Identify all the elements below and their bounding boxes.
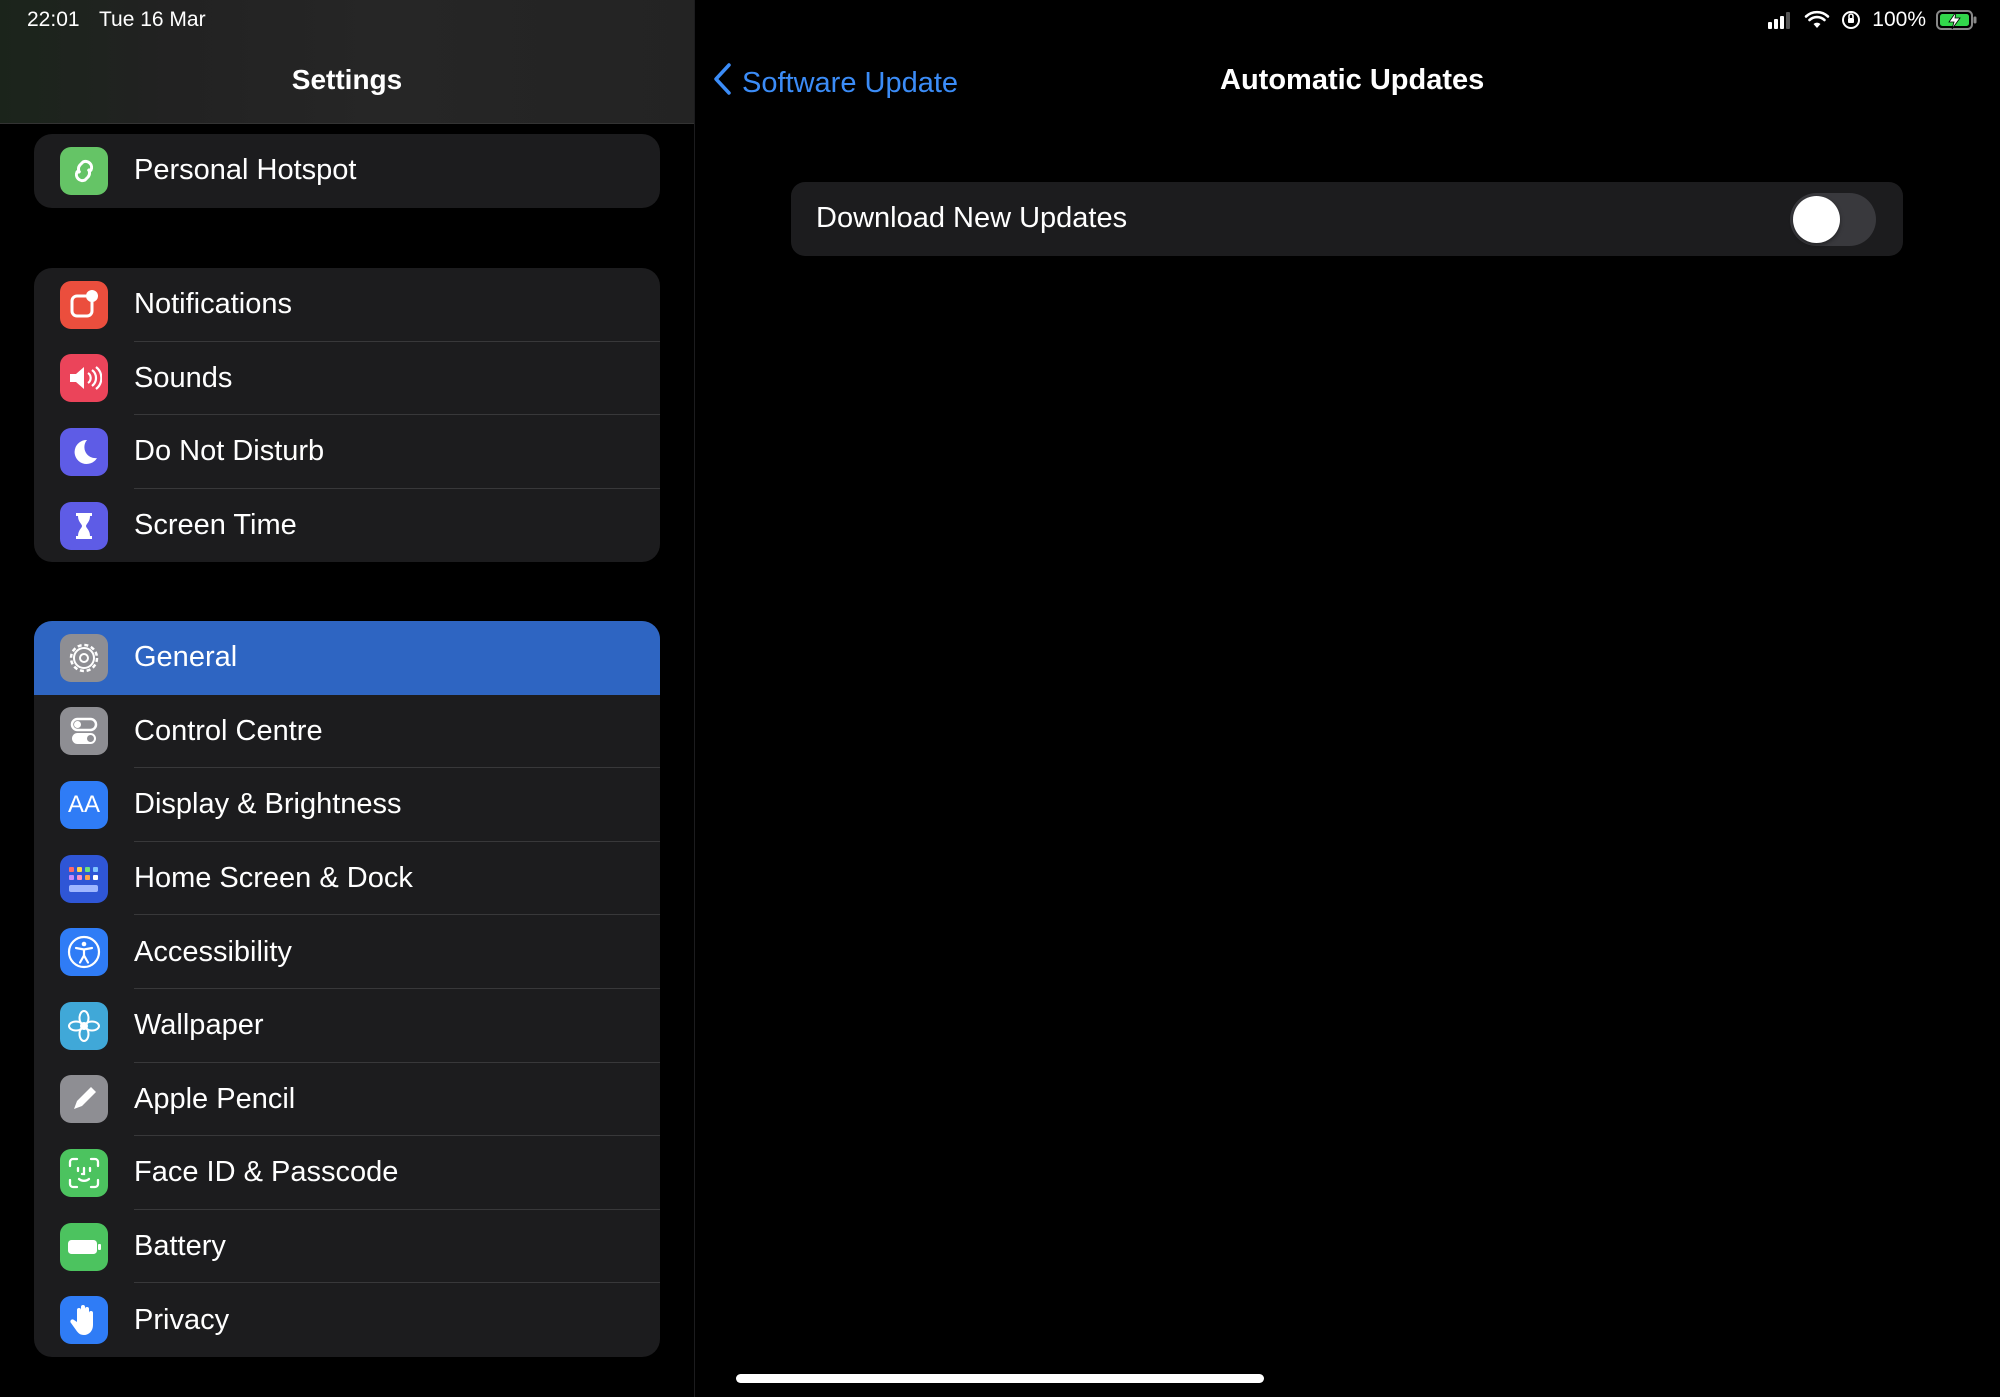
sidebar-item-label: Notifications	[134, 288, 292, 321]
sidebar-item-do-not-disturb[interactable]: Do Not Disturb	[34, 415, 660, 489]
status-indicators: 100%	[1768, 7, 1978, 33]
gear-icon	[60, 633, 108, 682]
sidebar-item-battery[interactable]: Battery	[34, 1210, 660, 1284]
settings-group-notifications: Notifications Sounds Do Not Disturb Scre…	[34, 268, 660, 563]
back-button-label: Software Update	[742, 66, 959, 99]
ipad-screen: Settings Personal Hotspot Notifications	[0, 0, 2000, 1397]
battery-charging-icon	[1936, 9, 1978, 31]
status-date: Tue 16 Mar	[99, 8, 206, 31]
sidebar-item-privacy[interactable]: Privacy	[34, 1283, 660, 1357]
sidebar-item-label: Battery	[134, 1230, 226, 1263]
wallpaper-flower-icon	[60, 1001, 108, 1050]
home-indicator[interactable]	[736, 1374, 1264, 1383]
orientation-lock-icon	[1840, 9, 1862, 31]
notifications-icon	[60, 280, 108, 329]
download-new-updates-toggle[interactable]	[1790, 193, 1876, 246]
settings-row-download-new-updates: Download New Updates	[791, 182, 1903, 256]
sidebar-item-label: Privacy	[134, 1303, 230, 1336]
display-brightness-icon: AA	[60, 780, 108, 829]
sidebar-title: Settings	[291, 64, 403, 95]
sidebar-item-label: Accessibility	[134, 935, 292, 968]
page-title: Automatic Updates	[1220, 64, 1485, 96]
sidebar-item-home-screen-dock[interactable]: Home Screen & Dock	[34, 842, 660, 916]
settings-group-general: General Control Centre AA Display & Brig…	[34, 621, 660, 1357]
hand-icon	[60, 1296, 108, 1345]
hourglass-icon	[60, 501, 108, 550]
battery-icon	[60, 1222, 108, 1271]
sidebar-item-label: Do Not Disturb	[134, 435, 325, 468]
control-centre-icon	[60, 707, 108, 756]
sidebar-item-label: General	[134, 641, 238, 674]
home-screen-icon	[60, 854, 108, 903]
settings-group-connectivity: Personal Hotspot	[34, 134, 660, 208]
sidebar-item-sounds[interactable]: Sounds	[34, 342, 660, 416]
sidebar-item-wallpaper[interactable]: Wallpaper	[34, 989, 660, 1063]
split-divider	[694, 0, 695, 1397]
sidebar-item-label: Apple Pencil	[134, 1082, 296, 1115]
pencil-icon	[60, 1075, 108, 1124]
sidebar-item-label: Face ID & Passcode	[134, 1156, 399, 1189]
sidebar-item-label: Wallpaper	[134, 1009, 264, 1042]
face-id-icon	[60, 1148, 108, 1197]
sidebar-item-accessibility[interactable]: Accessibility	[34, 915, 660, 989]
sidebar-item-label: Control Centre	[134, 714, 323, 747]
personal-hotspot-icon	[60, 146, 108, 195]
sidebar-item-apple-pencil[interactable]: Apple Pencil	[34, 1063, 660, 1137]
sidebar-item-notifications[interactable]: Notifications	[34, 268, 660, 342]
sidebar-item-label: Sounds	[134, 361, 233, 394]
settings-sidebar: Settings Personal Hotspot Notifications	[0, 0, 694, 1397]
sidebar-item-face-id-passcode[interactable]: Face ID & Passcode	[34, 1136, 660, 1210]
sidebar-item-label: Screen Time	[134, 509, 297, 542]
setting-label: Download New Updates	[816, 202, 1128, 234]
sidebar-item-label: Home Screen & Dock	[134, 862, 413, 895]
toggle-knob	[1793, 196, 1840, 243]
sidebar-item-personal-hotspot[interactable]: Personal Hotspot	[34, 134, 660, 208]
chevron-left-icon	[712, 62, 734, 104]
wifi-icon	[1804, 10, 1830, 30]
status-time: 22:01	[27, 8, 80, 31]
battery-percent: 100%	[1872, 8, 1926, 31]
moon-icon	[60, 427, 108, 476]
sidebar-item-screen-time[interactable]: Screen Time	[34, 489, 660, 563]
sounds-icon	[60, 354, 108, 403]
sidebar-item-label: Display & Brightness	[134, 788, 402, 821]
accessibility-icon	[60, 928, 108, 977]
sidebar-item-control-centre[interactable]: Control Centre	[34, 695, 660, 769]
cellular-signal-icon	[1768, 11, 1794, 29]
back-button[interactable]: Software Update	[712, 62, 958, 104]
sidebar-item-general[interactable]: General	[34, 621, 660, 695]
sidebar-item-display-brightness[interactable]: AA Display & Brightness	[34, 768, 660, 842]
sidebar-item-label: Personal Hotspot	[134, 154, 357, 187]
